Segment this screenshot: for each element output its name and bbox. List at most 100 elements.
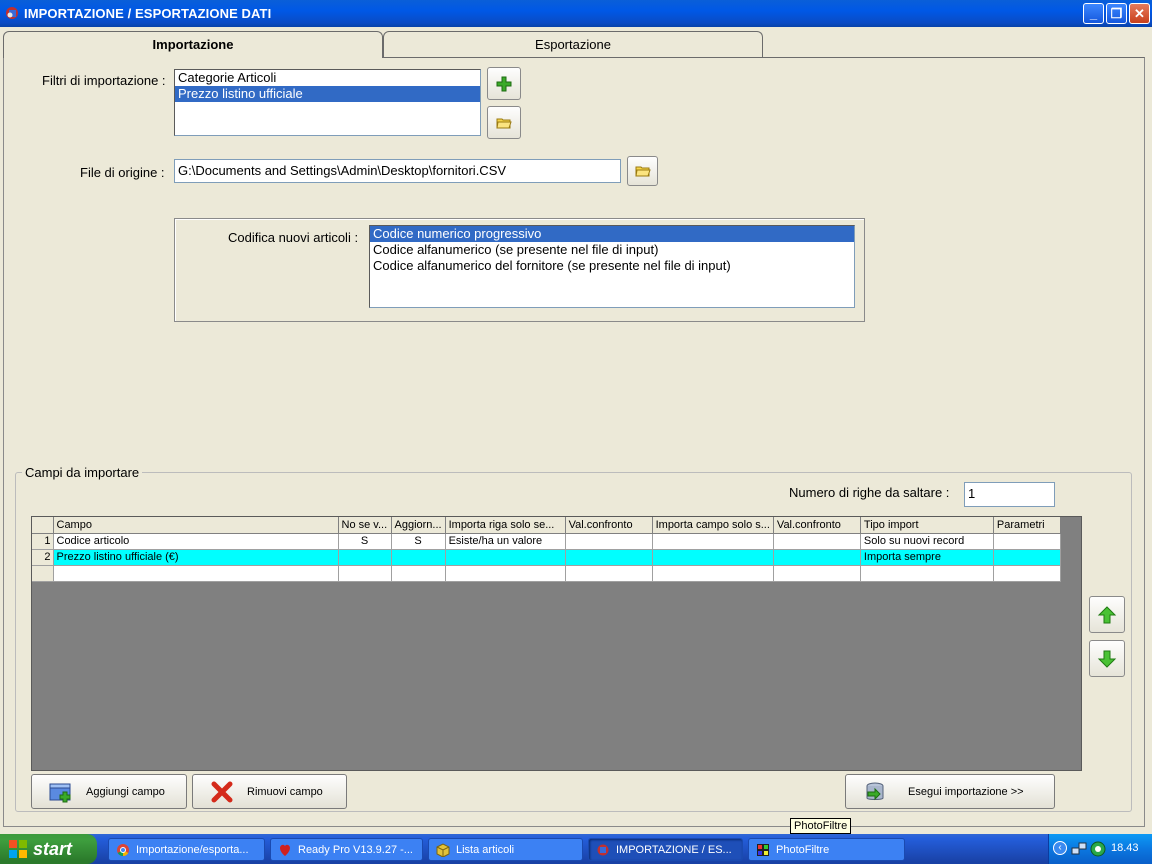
- add-filter-button[interactable]: [487, 67, 521, 100]
- row-number: 1: [32, 533, 54, 550]
- taskbar-item-label: Lista articoli: [456, 843, 515, 856]
- taskbar-item[interactable]: Importazione/esporta...: [108, 838, 265, 861]
- folder-icon: [634, 166, 651, 177]
- table-cell[interactable]: [391, 565, 446, 582]
- table-cell[interactable]: [565, 533, 653, 550]
- start-button[interactable]: start: [0, 834, 97, 864]
- photofiltre-icon: [755, 842, 771, 858]
- taskbar-item[interactable]: Lista articoli: [428, 838, 583, 861]
- maximize-button[interactable]: ❐: [1106, 3, 1127, 24]
- taskbar-item[interactable]: Ready Pro V13.9.27 -...: [270, 838, 423, 861]
- table-cell[interactable]: [565, 549, 653, 566]
- add-field-button[interactable]: Aggiungi campo: [31, 774, 187, 809]
- table-cell[interactable]: [993, 533, 1061, 550]
- execute-import-label: Esegui importazione >>: [908, 785, 1024, 798]
- database-import-icon: [860, 777, 890, 807]
- move-up-button[interactable]: [1089, 596, 1125, 633]
- antivirus-icon[interactable]: [1090, 841, 1106, 857]
- taskbar-item[interactable]: IMPORTAZIONE / ES...: [588, 838, 743, 861]
- arrow-down-icon: [1097, 650, 1117, 668]
- column-header[interactable]: Tipo import: [860, 517, 994, 534]
- column-header[interactable]: Importa riga solo se...: [445, 517, 566, 534]
- table-cell[interactable]: [860, 565, 994, 582]
- title-bar[interactable]: IMPORTAZIONE / ESPORTAZIONE DATI _ ❐ ✕: [0, 0, 1152, 27]
- table-row[interactable]: 1 Codice articolo S S Esiste/ha un valor…: [32, 533, 1061, 550]
- plus-icon: [496, 76, 512, 91]
- column-header[interactable]: Parametri: [993, 517, 1061, 534]
- table-cell[interactable]: [53, 565, 339, 582]
- coding-listbox[interactable]: Codice numerico progressivo Codice alfan…: [369, 225, 855, 308]
- table-cell[interactable]: [445, 565, 566, 582]
- row-number: 2: [32, 549, 54, 566]
- column-header[interactable]: Importa campo solo s...: [652, 517, 774, 534]
- chevron-left-icon[interactable]: ‹: [1053, 841, 1067, 855]
- skip-rows-label: Numero di righe da saltare :: [789, 485, 950, 500]
- coding-item[interactable]: Codice alfanumerico (se presente nel fil…: [370, 242, 854, 258]
- system-tray: ‹ 18.43: [1048, 834, 1152, 864]
- table-cell[interactable]: Esiste/ha un valore: [445, 533, 566, 550]
- readypro-icon: [277, 842, 293, 858]
- table-cell[interactable]: [338, 549, 392, 566]
- column-header[interactable]: Val.confronto: [565, 517, 653, 534]
- coding-item[interactable]: Codice numerico progressivo: [370, 226, 854, 242]
- close-button[interactable]: ✕: [1129, 3, 1150, 24]
- table-cell[interactable]: [565, 565, 653, 582]
- table-header-row: Campo No se v... Aggiorn... Importa riga…: [32, 517, 1061, 534]
- move-down-button[interactable]: [1089, 640, 1125, 677]
- table-cell[interactable]: S: [338, 533, 392, 550]
- coding-item[interactable]: Codice alfanumerico del fornitore (se pr…: [370, 258, 854, 274]
- taskbar-item-label: Importazione/esporta...: [136, 843, 249, 856]
- filters-listbox[interactable]: Categorie Articoli Prezzo listino uffici…: [174, 69, 481, 136]
- fields-table: Campo No se v... Aggiorn... Importa riga…: [32, 517, 1061, 582]
- table-cell[interactable]: [391, 549, 446, 566]
- filter-item[interactable]: Categorie Articoli: [175, 70, 480, 86]
- corner-cell: [32, 517, 54, 534]
- tab-esportazione[interactable]: Esportazione: [383, 31, 763, 57]
- remove-field-button[interactable]: Rimuovi campo: [192, 774, 347, 809]
- taskbar-item[interactable]: PhotoFiltre: [748, 838, 905, 861]
- skip-rows-input[interactable]: 1: [964, 482, 1055, 507]
- table-cell[interactable]: [652, 565, 774, 582]
- table-cell[interactable]: [652, 549, 774, 566]
- filter-item[interactable]: Prezzo listino ufficiale: [175, 86, 480, 102]
- table-cell[interactable]: [993, 565, 1061, 582]
- table-cell[interactable]: [445, 549, 566, 566]
- tab-importazione[interactable]: Importazione: [3, 31, 383, 58]
- browse-file-button[interactable]: [627, 156, 658, 186]
- remove-icon: [207, 777, 237, 807]
- table-row[interactable]: [32, 565, 1061, 582]
- column-header[interactable]: Aggiorn...: [391, 517, 446, 534]
- table-cell[interactable]: [652, 533, 774, 550]
- minimize-icon: _: [1089, 6, 1098, 21]
- table-cell[interactable]: Solo su nuovi record: [860, 533, 994, 550]
- source-file-input[interactable]: G:\Documents and Settings\Admin\Desktop\…: [174, 159, 621, 183]
- table-cell[interactable]: [338, 565, 392, 582]
- open-filter-button[interactable]: [487, 106, 521, 139]
- execute-import-button[interactable]: Esegui importazione >>: [845, 774, 1055, 809]
- app-icon: [6, 7, 18, 19]
- folder-icon: [496, 118, 512, 128]
- window-title: IMPORTAZIONE / ESPORTAZIONE DATI: [24, 6, 272, 21]
- network-icon[interactable]: [1071, 841, 1087, 857]
- taskbar-tooltip: PhotoFiltre: [790, 818, 852, 834]
- row-number: [32, 565, 54, 582]
- filters-label: Filtri di importazione :: [42, 73, 166, 88]
- column-header[interactable]: Campo: [53, 517, 339, 534]
- table-cell[interactable]: S: [391, 533, 446, 550]
- minimize-button[interactable]: _: [1083, 3, 1104, 24]
- table-cell[interactable]: Prezzo listino ufficiale (€): [53, 549, 339, 566]
- add-field-label: Aggiungi campo: [86, 785, 165, 798]
- column-header[interactable]: Val.confronto: [773, 517, 861, 534]
- table-cell[interactable]: Importa sempre: [860, 549, 994, 566]
- table-cell[interactable]: Codice articolo: [53, 533, 339, 550]
- clock[interactable]: 18.43: [1111, 842, 1139, 854]
- restore-icon: ❐: [1110, 5, 1123, 21]
- table-cell[interactable]: [773, 549, 861, 566]
- table-cell[interactable]: [773, 533, 861, 550]
- column-header[interactable]: No se v...: [338, 517, 392, 534]
- table-row[interactable]: 2 Prezzo listino ufficiale (€) Importa s…: [32, 549, 1061, 566]
- table-cell[interactable]: [773, 565, 861, 582]
- fields-grid[interactable]: Campo No se v... Aggiorn... Importa riga…: [31, 516, 1082, 771]
- coding-label: Codifica nuovi articoli :: [228, 230, 359, 245]
- table-cell[interactable]: [993, 549, 1061, 566]
